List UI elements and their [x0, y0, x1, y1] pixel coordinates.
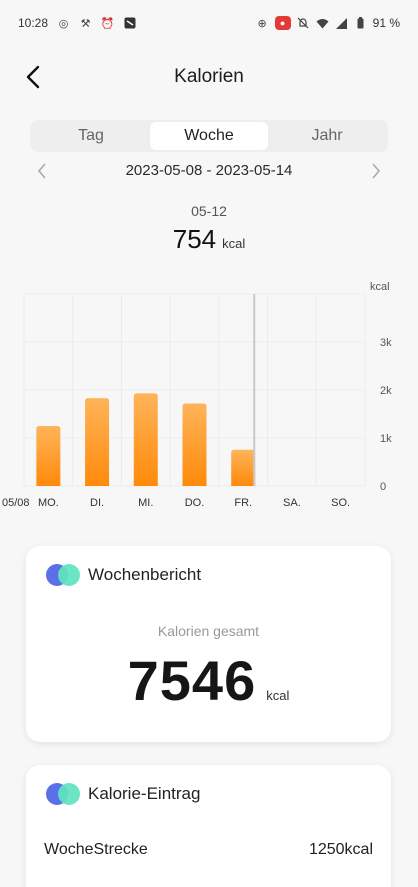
y-unit-label: kcal [370, 281, 390, 293]
x-tick-label: SA. [283, 497, 301, 509]
y-tick-label: 3k [380, 337, 392, 349]
selected-date: 05-12 [191, 203, 227, 219]
chart-bar [182, 403, 207, 486]
chevron-right-icon [372, 163, 381, 179]
total-calories: 7546 kcal [26, 648, 391, 713]
chart-bar [85, 398, 110, 486]
location-icon: ⊕ [257, 17, 267, 30]
weekly-report-header: Wochenbericht [46, 564, 201, 586]
selected-unit: kcal [222, 236, 246, 251]
tab-jahr[interactable]: Jahr [268, 122, 386, 150]
period-tabs: Tag Woche Jahr [30, 120, 388, 152]
date-navigation: 2023-05-08 - 2023-05-14 [30, 160, 388, 182]
chart-bar [133, 393, 158, 486]
selected-value: 754 kcal [0, 224, 418, 255]
tab-woche[interactable]: Woche [150, 122, 268, 150]
next-week-button[interactable] [366, 161, 386, 181]
tab-tag[interactable]: Tag [32, 122, 150, 150]
start-date-label: 05/08 [2, 497, 30, 509]
weekly-report-card: Wochenbericht Kalorien gesamt 7546 kcal [26, 546, 391, 742]
x-tick-label: FR. [234, 497, 252, 509]
y-tick-label: 1k [380, 433, 392, 445]
total-calories-unit: kcal [266, 688, 290, 703]
status-bar: 10:28 ◎ ⚒ ⏰ ⊕ ● 91 % [0, 0, 418, 46]
x-tick-label: DO. [185, 497, 205, 509]
y-tick-label: 0 [380, 481, 386, 493]
record-icon: ● [274, 16, 291, 30]
app-icon [123, 17, 136, 30]
chart-bar [231, 449, 256, 486]
calorie-entry-title: Kalorie-Eintrag [88, 784, 201, 803]
cell-icon [335, 17, 348, 30]
list-item[interactable]: WocheStrecke 1250kcal [44, 841, 373, 859]
status-time: 10:28 [18, 16, 49, 30]
x-tick-label: MI. [138, 497, 153, 509]
y-tick-label: 2k [380, 385, 392, 397]
total-calories-label: Kalorien gesamt [157, 623, 260, 639]
overlap-circles-icon [46, 564, 80, 586]
x-tick-label: SO. [331, 497, 350, 509]
app-header: Kalorien [0, 56, 418, 98]
alarm-icon: ⏰ [100, 17, 115, 30]
target-icon: ◎ [58, 17, 69, 30]
selected-calories: 754 [172, 224, 217, 254]
calorie-entry-header: Kalorie-Eintrag [46, 783, 200, 805]
entry-label: WocheStrecke [44, 841, 148, 858]
total-calories-value: 7546 [127, 649, 257, 712]
weekly-report-title: Wochenbericht [88, 565, 202, 584]
overlap-circles-icon [46, 783, 80, 805]
x-tick-label: MO. [38, 497, 59, 509]
calorie-bar-chart[interactable]: 0 1k 2k 3k kcal MO. DI. MI. DO. FR. SA. SO. 05/08 [0, 278, 418, 518]
entry-value: 1250kcal [308, 841, 373, 858]
date-range: 2023-05-08 - 2023-05-14 [125, 162, 293, 179]
page-title: Kalorien [174, 66, 244, 87]
mute-icon [297, 17, 310, 30]
chart-bar [36, 426, 61, 486]
battery-level: 91 % [372, 16, 400, 30]
calorie-entry-card: Kalorie-Eintrag WocheStrecke 1250kcal [26, 765, 391, 887]
battery-icon [354, 17, 367, 30]
wifi-icon [316, 17, 329, 30]
x-tick-label: DI. [90, 497, 104, 509]
signal-tool-icon: ⚒ [80, 17, 91, 30]
